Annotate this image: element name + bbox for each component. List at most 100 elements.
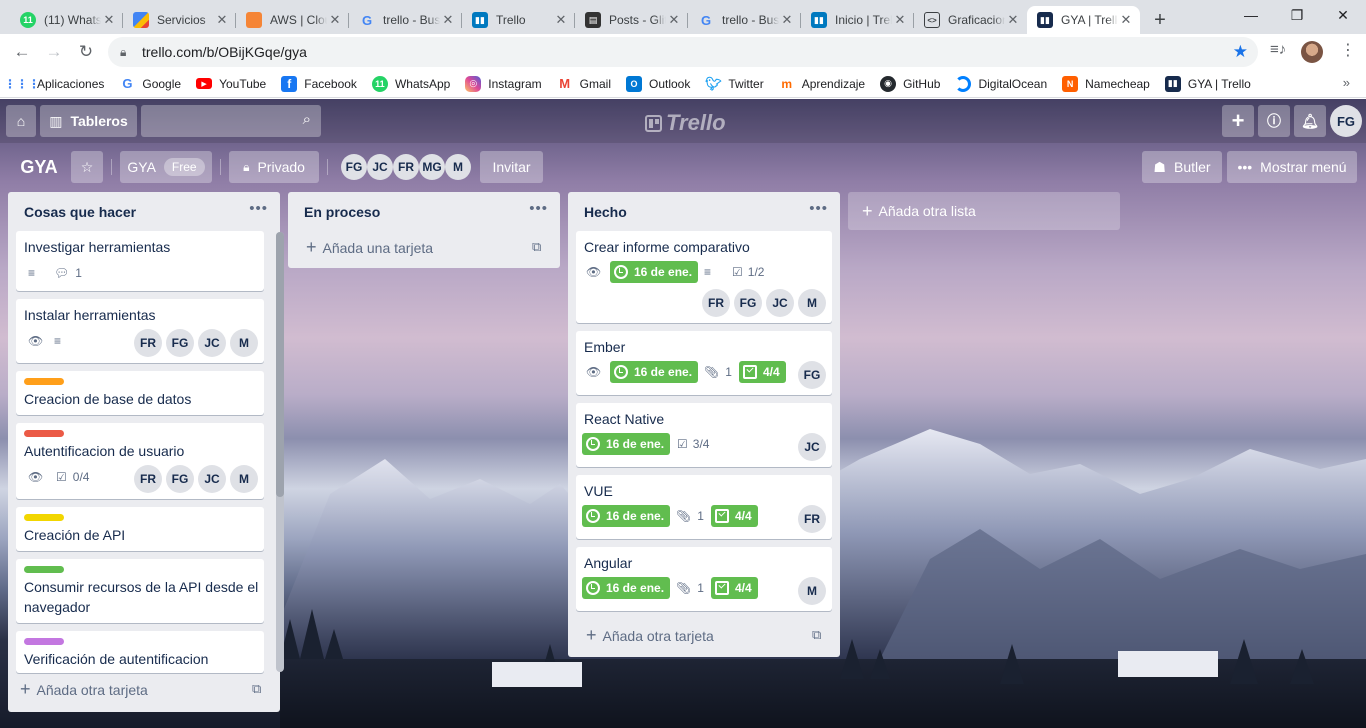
- card[interactable]: Investigar herramientas ≡ 💬︎ 1: [16, 231, 264, 291]
- card-member-avatar[interactable]: JC: [766, 289, 794, 317]
- bookmark-whatsapp[interactable]: 11 WhatsApp: [371, 75, 450, 92]
- bookmark-twitter[interactable]: 🐦︎ Twitter: [705, 76, 764, 92]
- add-card-button[interactable]: + Añada otra tarjeta: [20, 679, 148, 700]
- card-member-avatar[interactable]: FR: [702, 289, 730, 317]
- visibility-button[interactable]: 🔒︎ Privado: [229, 151, 319, 183]
- card-member-avatar[interactable]: M: [230, 329, 258, 357]
- card-member-avatar[interactable]: FR: [798, 505, 826, 533]
- bookmark-gmail[interactable]: M Gmail: [557, 76, 611, 92]
- bookmark-youtube[interactable]: ▶ YouTube: [196, 77, 266, 91]
- card-template-icon[interactable]: ⧉: [532, 239, 541, 255]
- close-icon[interactable]: ✕: [779, 12, 795, 28]
- invite-button[interactable]: Invitar: [480, 151, 543, 183]
- window-close-button[interactable]: ✕: [1320, 0, 1366, 30]
- close-icon[interactable]: ✕: [101, 12, 117, 28]
- new-tab-button[interactable]: +: [1146, 6, 1174, 34]
- card-member-avatar[interactable]: JC: [798, 433, 826, 461]
- bookmark-gya-trello[interactable]: ▮▮ GYA | Trello: [1164, 75, 1251, 92]
- card[interactable]: React Native 16 de ene. ☑ 3/4 JC: [576, 403, 832, 467]
- list-menu-icon[interactable]: •••: [249, 200, 268, 217]
- close-icon[interactable]: ✕: [440, 12, 456, 28]
- due-date-badge[interactable]: 16 de ene.: [582, 433, 671, 455]
- scrollbar-thumb[interactable]: [276, 232, 284, 497]
- close-icon[interactable]: ✕: [892, 12, 908, 28]
- bookmark-digitalocean[interactable]: DigitalOcean: [955, 75, 1047, 92]
- due-date-badge[interactable]: 16 de ene.: [582, 505, 671, 527]
- trello-logo[interactable]: Trello: [645, 110, 726, 136]
- card-member-avatar[interactable]: JC: [198, 329, 226, 357]
- butler-button[interactable]: ☗ Butler: [1142, 151, 1222, 183]
- board-title[interactable]: GYA: [20, 151, 58, 183]
- card[interactable]: Creacion de base de datos: [16, 371, 264, 415]
- browser-tab-trello[interactable]: ▮▮ Trello ✕: [462, 6, 575, 34]
- create-button[interactable]: +: [1222, 105, 1254, 137]
- show-menu-button[interactable]: ••• Mostrar menú: [1227, 151, 1357, 183]
- member-avatar[interactable]: M: [445, 154, 471, 180]
- profile-avatar[interactable]: [1301, 41, 1323, 63]
- card-template-icon[interactable]: ⧉: [252, 681, 261, 697]
- minimize-button[interactable]: —: [1228, 0, 1274, 30]
- notifications-button[interactable]: 🔔︎: [1294, 105, 1326, 137]
- browser-tab-inicio-trello[interactable]: ▮▮ Inicio | Trello ✕: [801, 6, 914, 34]
- browser-tab-gya-trello[interactable]: ▮▮ GYA | Trello ✕: [1027, 6, 1140, 34]
- star-board-button[interactable]: ☆: [71, 151, 103, 183]
- boards-button[interactable]: ▥ Tableros: [40, 105, 137, 137]
- browser-tab-trello-search-2[interactable]: G trello - Buscar ✕: [688, 6, 801, 34]
- address-bar[interactable]: 🔒︎ trello.com/b/OBijKGqe/gya ★: [108, 37, 1258, 67]
- info-button[interactable]: ⓘ: [1258, 105, 1290, 137]
- list-scrollbar[interactable]: [276, 232, 284, 672]
- bookmark-star-icon[interactable]: ★: [1233, 42, 1248, 62]
- close-icon[interactable]: ✕: [553, 12, 569, 28]
- bookmark-aprendizaje[interactable]: m Aprendizaje: [779, 76, 865, 92]
- more-bookmarks-icon[interactable]: »: [1343, 75, 1350, 90]
- card[interactable]: Crear informe comparativo 👁︎ 16 de ene. …: [576, 231, 832, 323]
- due-date-badge[interactable]: 16 de ene.: [610, 361, 699, 383]
- list-menu-icon[interactable]: •••: [809, 200, 828, 217]
- bookmark-github[interactable]: ◉ GitHub: [880, 75, 940, 92]
- card-member-avatar[interactable]: M: [798, 577, 826, 605]
- card[interactable]: Autentificacion de usuario 👁︎ ☑ 0/4 FR F…: [16, 423, 264, 499]
- bookmark-aplicaciones[interactable]: ⋮⋮⋮ Aplicaciones: [4, 76, 104, 92]
- team-button[interactable]: GYA Free: [120, 151, 212, 183]
- card-template-icon[interactable]: ⧉: [812, 627, 821, 643]
- member-avatar[interactable]: FR: [393, 154, 419, 180]
- add-list-button[interactable]: + Añada otra lista: [848, 192, 1120, 230]
- browser-tab-whatsapp[interactable]: 11 (11) WhatsApp ✕: [10, 6, 123, 34]
- card[interactable]: Verificación de autentificacion: [16, 631, 264, 673]
- media-control-icon[interactable]: ≡♪: [1270, 41, 1286, 58]
- due-date-badge[interactable]: 16 de ene.: [582, 577, 671, 599]
- bookmark-facebook[interactable]: f Facebook: [281, 75, 357, 92]
- card[interactable]: VUE 16 de ene. 📎︎ 1 4/4 FR: [576, 475, 832, 539]
- bookmark-outlook[interactable]: O Outlook: [626, 75, 690, 92]
- card-member-avatar[interactable]: FG: [798, 361, 826, 389]
- member-avatar[interactable]: MG: [419, 154, 445, 180]
- member-avatar[interactable]: FG: [341, 154, 367, 180]
- close-icon[interactable]: ✕: [1005, 12, 1021, 28]
- bookmark-google[interactable]: G Google: [119, 76, 181, 92]
- card[interactable]: Angular 16 de ene. 📎︎ 1 4/4 M: [576, 547, 832, 611]
- member-avatar[interactable]: JC: [367, 154, 393, 180]
- chrome-menu-icon[interactable]: ⋮: [1340, 40, 1356, 60]
- search-input[interactable]: ⌕: [141, 105, 321, 137]
- list-menu-icon[interactable]: •••: [529, 200, 548, 217]
- back-button[interactable]: ←: [6, 36, 38, 68]
- card[interactable]: Creación de API: [16, 507, 264, 551]
- browser-tab-posts[interactable]: ▤ Posts - Glitch ✕: [575, 6, 688, 34]
- card-member-avatar[interactable]: FG: [166, 329, 194, 357]
- bookmark-namecheap[interactable]: N Namecheap: [1062, 75, 1150, 92]
- add-card-button[interactable]: + Añada una tarjeta: [306, 237, 433, 258]
- browser-tab-graficacion[interactable]: <> Graficacion ✕: [914, 6, 1027, 34]
- close-icon[interactable]: ✕: [327, 12, 343, 28]
- add-card-button[interactable]: + Añada otra tarjeta: [586, 625, 714, 646]
- card[interactable]: Instalar herramientas 👁︎ ≡ FR FG JC M: [16, 299, 264, 363]
- forward-button[interactable]: →: [38, 36, 70, 68]
- close-icon[interactable]: ✕: [1118, 12, 1134, 28]
- card-member-avatar[interactable]: FR: [134, 329, 162, 357]
- list-title[interactable]: Hecho: [584, 204, 627, 220]
- bookmark-instagram[interactable]: ◎ Instagram: [465, 75, 542, 92]
- browser-tab-trello-search[interactable]: G trello - Buscar ✕: [349, 6, 462, 34]
- card-member-avatar[interactable]: M: [230, 465, 258, 493]
- lock-icon[interactable]: 🔒︎: [120, 45, 132, 60]
- browser-tab-servicios[interactable]: Servicios ✕: [123, 6, 236, 34]
- reload-button[interactable]: ↻: [70, 36, 102, 68]
